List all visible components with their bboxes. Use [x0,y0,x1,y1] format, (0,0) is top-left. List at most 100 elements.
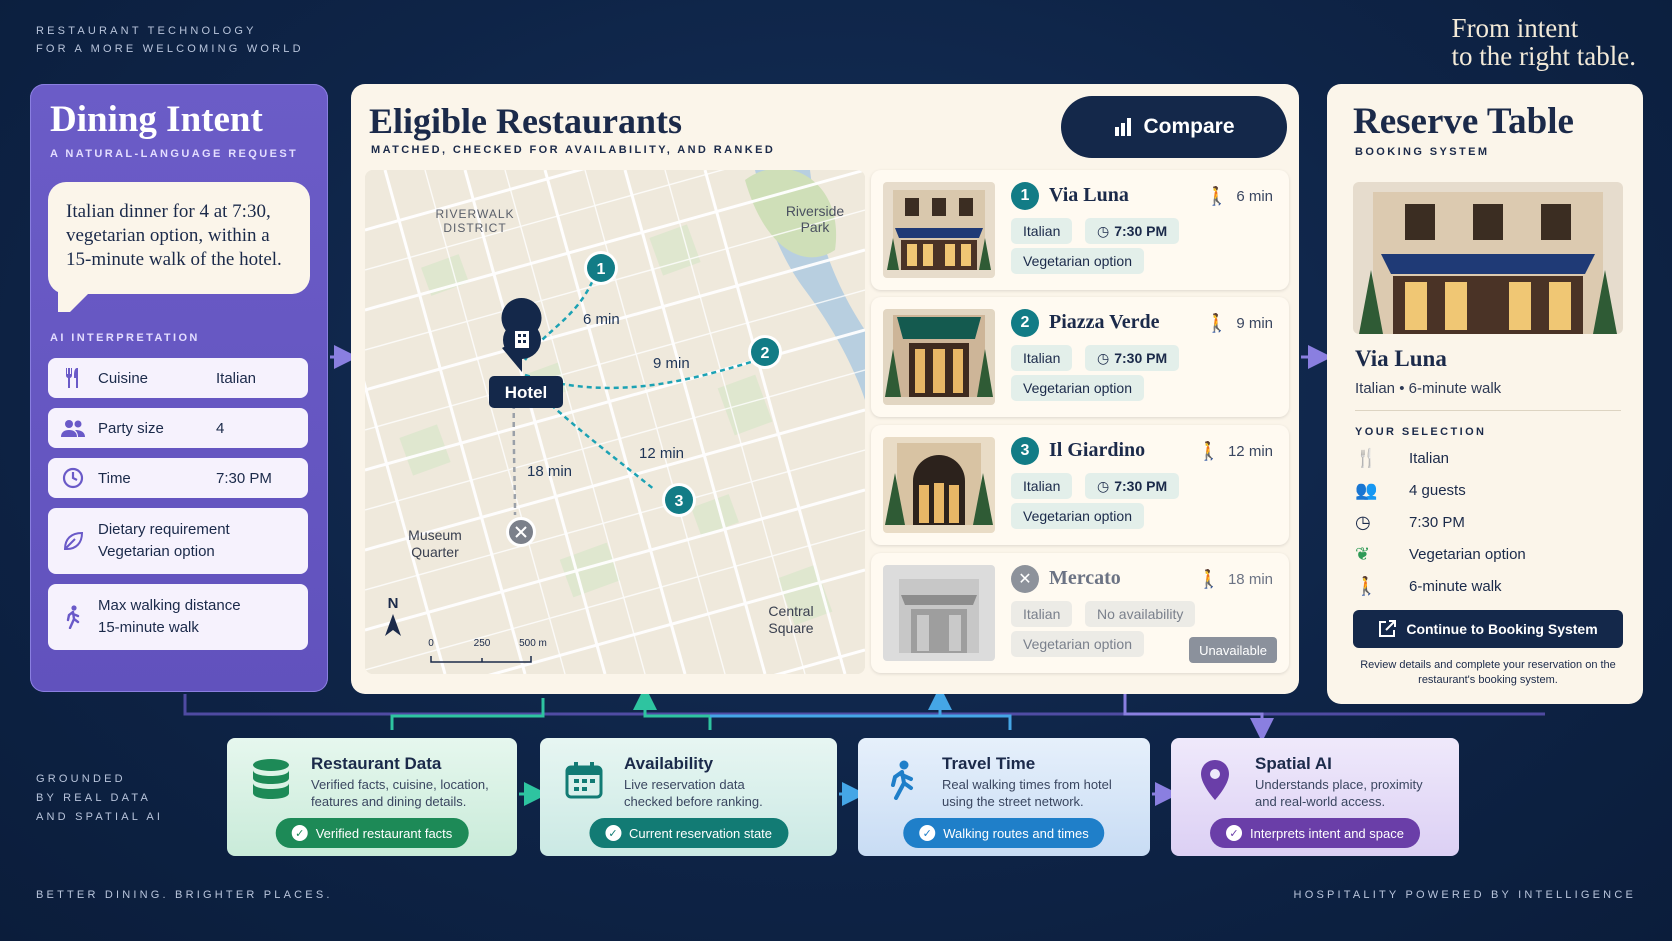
time-tag-label: 7:30 PM [1114,350,1168,366]
walker-icon: 🚶 [1197,569,1220,589]
svg-text:Hotel: Hotel [505,383,548,402]
eligible-restaurants-card: Eligible Restaurants MATCHED, CHECKED FO… [351,84,1299,694]
source-chip: ✓ Walking routes and times [903,818,1105,848]
leaf-icon [48,530,98,552]
route-label-12: 12 min [639,445,684,462]
restaurant-card-piazza-verde[interactable]: 2 Piazza Verde 🚶 9 min Italian ◷ 7:30 PM V… [871,297,1289,417]
source-chip: ✓ Current reservation state [588,818,789,848]
tagline-line-2: to the right table. [1451,41,1636,71]
field-key: Dietary requirement [98,521,230,538]
tagline-line-1: From intent [1451,13,1579,43]
clock-icon: ◷ [1097,349,1110,366]
check-icon: ✓ [919,825,936,841]
svg-text:0: 0 [428,638,434,649]
svg-text:500 m: 500 m [519,638,547,649]
map-canvas[interactable]: RIVERWALK DISTRICT Riverside Park Museum… [365,170,865,674]
source-travel-time[interactable]: Travel Time Real walking times from hote… [858,738,1150,856]
cuisine-tag: Italian [1011,601,1073,627]
map-label-park-2: Park [801,219,831,235]
marker-3[interactable]: 3 [662,483,696,517]
rank-badge: 1 [1011,182,1039,210]
unavailable-badge: Unavailable [1189,637,1277,663]
route-label-18: 18 min [527,463,572,480]
source-title: Travel Time [942,754,1036,773]
reserve-restaurant-photo [1353,182,1623,334]
grounded-line-1: GROUNDED [36,773,126,785]
diet-tag: Vegetarian option [1011,631,1144,657]
field-value: Vegetarian option [98,543,215,560]
walker-icon: 🚶 [1205,186,1229,206]
compare-label: Compare [1143,115,1235,138]
selection-cuisine-label: Italian [1409,450,1450,467]
fork-knife-icon: 🍴 [1355,448,1378,468]
field-party-size[interactable]: Party size 4 [48,408,308,448]
booking-note: Review details and complete your reserva… [1360,659,1616,686]
marker-2[interactable]: 2 [748,335,782,369]
people-icon: 👥 [1355,480,1378,500]
marker-unavailable[interactable] [506,517,536,547]
marker-1[interactable]: 1 [584,251,618,285]
source-spatial-ai[interactable]: Spatial AI Understands place, proximity … [1171,738,1459,856]
field-value: Italian [216,369,257,387]
restaurant-photo [883,182,995,278]
map[interactable]: RIVERWALK DISTRICT Riverside Park Museum… [365,170,865,674]
restaurant-card-il-giardino[interactable]: 3 Il Giardino 🚶 12 min Italian ◷ 7:30 PM V… [871,425,1289,545]
footer-right: HOSPITALITY POWERED BY INTELLIGENCE [1293,889,1636,901]
availability-tag: No availability [1085,601,1196,627]
intent-subtitle: A NATURAL-LANGUAGE REQUEST [50,148,299,160]
ai-interpretation-label: AI INTERPRETATION [50,332,200,344]
map-label-district: RIVERWALK [435,207,514,221]
reserve-table-card: Reserve Table BOOKING SYSTEM Via Luna It… [1327,84,1643,704]
field-dietary[interactable]: Dietary requirement Vegetarian option [48,508,308,574]
walk-time: 🚶 12 min [1198,441,1273,462]
field-key: Cuisine [98,369,149,387]
source-desc: Real walking times from hotel using the … [942,777,1112,809]
source-availability[interactable]: Availability Live reservation data check… [540,738,837,856]
field-key: Time [98,469,131,487]
field-time[interactable]: Time 7:30 PM [48,458,308,498]
route-label-9: 9 min [653,355,690,372]
restaurant-photo [883,309,995,405]
clock-icon [48,467,98,489]
walk-time-label: 18 min [1227,571,1273,588]
database-icon [247,756,295,804]
restaurant-photo [883,437,995,533]
field-walking-text: Max walking distance 15-minute walk [98,595,241,639]
restaurant-card-mercato[interactable]: ✕ Mercato 🚶 18 min Italian No availabilit… [871,553,1289,673]
selection-guests: 👥 4 guests [1355,480,1466,501]
eligible-subtitle: MATCHED, CHECKED FOR AVAILABILITY, AND R… [371,144,776,156]
intent-title: Dining Intent [50,99,263,140]
rank-badge: 3 [1011,437,1039,465]
divider [1355,410,1621,411]
bar-chart-icon [1115,118,1132,136]
continue-booking-button[interactable]: Continue to Booking System [1353,610,1623,648]
field-dietary-text: Dietary requirement Vegetarian option [98,519,230,563]
location-pin-icon [1191,756,1239,804]
cuisine-tag: Italian [1011,218,1073,244]
cuisine-tag: Italian [1011,345,1073,371]
walk-time: 🚶 18 min [1198,569,1273,590]
field-cuisine[interactable]: Cuisine Italian [48,358,308,398]
unavailable-x-icon: ✕ [1011,565,1039,593]
field-value: 7:30 PM [216,469,272,487]
source-restaurant-data[interactable]: Restaurant Data Verified facts, cuisine,… [227,738,517,856]
restaurant-card-via-luna[interactable]: 1 Via Luna 🚶 6 min Italian ◷ 7:30 PM Veget… [871,170,1289,290]
reserve-restaurant-name: Via Luna [1355,346,1447,371]
check-icon: ✓ [604,825,621,841]
svg-text:250: 250 [474,638,491,649]
svg-text:N: N [388,595,399,612]
restaurant-name: Piazza Verde [1049,311,1160,333]
flow-line-purple-right [1123,694,1274,742]
header-eyebrow: RESTAURANT TECHNOLOGY FOR A MORE WELCOMI… [36,22,304,58]
grounded-line-2: BY REAL DATA [36,792,152,804]
continue-booking-label: Continue to Booking System [1406,621,1598,637]
diet-tag: Vegetarian option [1011,248,1144,274]
time-tag: ◷ 7:30 PM [1085,218,1180,244]
field-walking-distance[interactable]: Max walking distance 15-minute walk [48,584,308,650]
reserve-restaurant-meta: Italian • 6-minute walk [1355,380,1502,397]
map-label-park: Riverside [786,203,845,219]
fork-knife-icon [48,367,98,389]
rank-badge: 2 [1011,309,1039,337]
compare-button[interactable]: Compare [1061,96,1287,158]
grounded-label: GROUNDED BY REAL DATA AND SPATIAL AI [36,770,163,827]
